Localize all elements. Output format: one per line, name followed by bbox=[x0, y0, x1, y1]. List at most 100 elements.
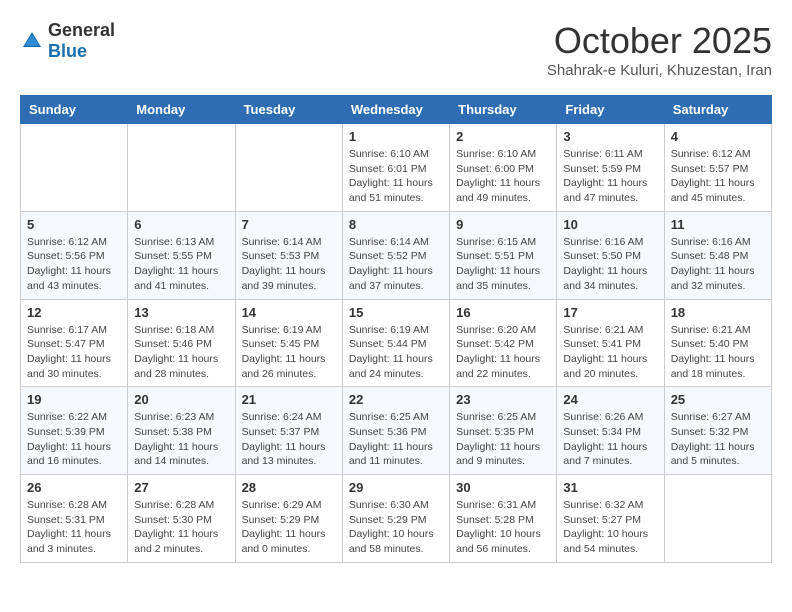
calendar-cell: 10Sunrise: 6:16 AMSunset: 5:50 PMDayligh… bbox=[557, 211, 664, 299]
day-info: Sunrise: 6:22 AMSunset: 5:39 PMDaylight:… bbox=[27, 410, 121, 469]
day-number: 17 bbox=[563, 305, 657, 320]
calendar-cell: 26 Sunrise: 6:28 AMSunset: 5:31 PMDayligh… bbox=[21, 475, 128, 563]
calendar-cell: 31Sunrise: 6:32 AMSunset: 5:27 PMDayligh… bbox=[557, 475, 664, 563]
day-info: Sunrise: 6:27 AMSunset: 5:32 PMDaylight:… bbox=[671, 410, 765, 469]
calendar-cell: 28 Sunrise: 6:29 AMSunset: 5:29 PMDayligh… bbox=[235, 475, 342, 563]
calendar-cell: 25 Sunrise: 6:27 AMSunset: 5:32 PMDayligh… bbox=[664, 387, 771, 475]
subtitle: Shahrak-e Kuluri, Khuzestan, Iran bbox=[547, 62, 772, 79]
calendar-cell: 15 Sunrise: 6:19 AMSunset: 5:44 PMDayligh… bbox=[342, 299, 449, 387]
calendar-cell: 14 Sunrise: 6:19 AMSunset: 5:45 PMDayligh… bbox=[235, 299, 342, 387]
calendar-cell: 16 Sunrise: 6:20 AMSunset: 5:42 PMDayligh… bbox=[450, 299, 557, 387]
day-info: Sunrise: 6:13 AMSunset: 5:55 PMDaylight:… bbox=[134, 235, 228, 294]
calendar-cell: 3 Sunrise: 6:11 AMSunset: 5:59 PMDaylight… bbox=[557, 124, 664, 212]
logo: General Blue bbox=[20, 20, 115, 62]
calendar-body: 1 Sunrise: 6:10 AMSunset: 6:01 PMDaylight… bbox=[21, 124, 772, 563]
day-info: Sunrise: 6:19 AMSunset: 5:45 PMDaylight:… bbox=[242, 323, 336, 382]
calendar-week-row: 19 Sunrise: 6:22 AMSunset: 5:39 PMDayligh… bbox=[21, 387, 772, 475]
calendar-cell: 19 Sunrise: 6:22 AMSunset: 5:39 PMDayligh… bbox=[21, 387, 128, 475]
day-info: Sunrise: 6:26 AMSunset: 5:34 PMDaylight:… bbox=[563, 410, 657, 469]
calendar-cell bbox=[128, 124, 235, 212]
day-info: Sunrise: 6:30 AMSunset: 5:29 PMDaylight:… bbox=[349, 498, 443, 557]
calendar-cell: 9 Sunrise: 6:15 AMSunset: 5:51 PMDaylight… bbox=[450, 211, 557, 299]
day-info: Sunrise: 6:21 AMSunset: 5:41 PMDaylight:… bbox=[563, 323, 657, 382]
calendar-cell: 21 Sunrise: 6:24 AMSunset: 5:37 PMDayligh… bbox=[235, 387, 342, 475]
day-number: 30 bbox=[456, 480, 550, 495]
day-number: 29 bbox=[349, 480, 443, 495]
day-number: 3 bbox=[563, 129, 657, 144]
logo-icon bbox=[20, 29, 44, 53]
page-header: General Blue October 2025 Shahrak-e Kulu… bbox=[20, 20, 772, 79]
day-info: Sunrise: 6:14 AMSunset: 5:53 PMDaylight:… bbox=[242, 235, 336, 294]
day-info: Sunrise: 6:18 AMSunset: 5:46 PMDaylight:… bbox=[134, 323, 228, 382]
calendar-cell: 23Sunrise: 6:25 AMSunset: 5:35 PMDayligh… bbox=[450, 387, 557, 475]
day-number: 6 bbox=[134, 217, 228, 232]
calendar-cell: 20Sunrise: 6:23 AMSunset: 5:38 PMDayligh… bbox=[128, 387, 235, 475]
logo-text-blue: Blue bbox=[48, 41, 87, 61]
day-number: 25 bbox=[671, 392, 765, 407]
day-info: Sunrise: 6:21 AMSunset: 5:40 PMDaylight:… bbox=[671, 323, 765, 382]
calendar-cell: 27 Sunrise: 6:28 AMSunset: 5:30 PMDayligh… bbox=[128, 475, 235, 563]
day-info: Sunrise: 6:28 AMSunset: 5:30 PMDaylight:… bbox=[134, 498, 228, 557]
day-info: Sunrise: 6:29 AMSunset: 5:29 PMDaylight:… bbox=[242, 498, 336, 557]
calendar-cell bbox=[21, 124, 128, 212]
calendar-cell: 29 Sunrise: 6:30 AMSunset: 5:29 PMDayligh… bbox=[342, 475, 449, 563]
calendar-cell: 6 Sunrise: 6:13 AMSunset: 5:55 PMDaylight… bbox=[128, 211, 235, 299]
calendar-week-row: 1 Sunrise: 6:10 AMSunset: 6:01 PMDaylight… bbox=[21, 124, 772, 212]
day-number: 27 bbox=[134, 480, 228, 495]
day-info: Sunrise: 6:12 AMSunset: 5:57 PMDaylight:… bbox=[671, 147, 765, 206]
day-info: Sunrise: 6:25 AMSunset: 5:36 PMDaylight:… bbox=[349, 410, 443, 469]
day-of-week-header: Thursday bbox=[450, 96, 557, 124]
day-number: 28 bbox=[242, 480, 336, 495]
day-info: Sunrise: 6:10 AMSunset: 6:01 PMDaylight:… bbox=[349, 147, 443, 206]
calendar-cell: 2 Sunrise: 6:10 AMSunset: 6:00 PMDaylight… bbox=[450, 124, 557, 212]
day-number: 11 bbox=[671, 217, 765, 232]
day-number: 4 bbox=[671, 129, 765, 144]
calendar-cell: 7 Sunrise: 6:14 AMSunset: 5:53 PMDaylight… bbox=[235, 211, 342, 299]
day-of-week-header: Saturday bbox=[664, 96, 771, 124]
calendar-cell bbox=[235, 124, 342, 212]
calendar-cell: 12Sunrise: 6:17 AMSunset: 5:47 PMDayligh… bbox=[21, 299, 128, 387]
day-number: 16 bbox=[456, 305, 550, 320]
day-number: 8 bbox=[349, 217, 443, 232]
header-row: SundayMondayTuesdayWednesdayThursdayFrid… bbox=[21, 96, 772, 124]
calendar-cell: 18 Sunrise: 6:21 AMSunset: 5:40 PMDayligh… bbox=[664, 299, 771, 387]
day-number: 14 bbox=[242, 305, 336, 320]
day-of-week-header: Friday bbox=[557, 96, 664, 124]
calendar-cell: 11 Sunrise: 6:16 AMSunset: 5:48 PMDayligh… bbox=[664, 211, 771, 299]
calendar-cell: 5Sunrise: 6:12 AMSunset: 5:56 PMDaylight… bbox=[21, 211, 128, 299]
day-number: 1 bbox=[349, 129, 443, 144]
day-of-week-header: Tuesday bbox=[235, 96, 342, 124]
day-number: 7 bbox=[242, 217, 336, 232]
calendar-cell: 24 Sunrise: 6:26 AMSunset: 5:34 PMDayligh… bbox=[557, 387, 664, 475]
calendar-cell: 1 Sunrise: 6:10 AMSunset: 6:01 PMDaylight… bbox=[342, 124, 449, 212]
day-number: 24 bbox=[563, 392, 657, 407]
day-info: Sunrise: 6:15 AMSunset: 5:51 PMDaylight:… bbox=[456, 235, 550, 294]
month-title: October 2025 bbox=[547, 20, 772, 62]
day-info: Sunrise: 6:24 AMSunset: 5:37 PMDaylight:… bbox=[242, 410, 336, 469]
day-of-week-header: Sunday bbox=[21, 96, 128, 124]
day-info: Sunrise: 6:19 AMSunset: 5:44 PMDaylight:… bbox=[349, 323, 443, 382]
day-number: 31 bbox=[563, 480, 657, 495]
day-number: 2 bbox=[456, 129, 550, 144]
logo-text-general: General bbox=[48, 20, 115, 40]
calendar-cell: 8Sunrise: 6:14 AMSunset: 5:52 PMDaylight… bbox=[342, 211, 449, 299]
day-of-week-header: Monday bbox=[128, 96, 235, 124]
day-number: 15 bbox=[349, 305, 443, 320]
calendar-cell: 17 Sunrise: 6:21 AMSunset: 5:41 PMDayligh… bbox=[557, 299, 664, 387]
day-number: 23 bbox=[456, 392, 550, 407]
title-block: October 2025 Shahrak-e Kuluri, Khuzestan… bbox=[547, 20, 772, 79]
day-info: Sunrise: 6:16 AMSunset: 5:48 PMDaylight:… bbox=[671, 235, 765, 294]
day-info: Sunrise: 6:28 AMSunset: 5:31 PMDaylight:… bbox=[27, 498, 121, 557]
calendar-week-row: 12Sunrise: 6:17 AMSunset: 5:47 PMDayligh… bbox=[21, 299, 772, 387]
calendar-cell: 4 Sunrise: 6:12 AMSunset: 5:57 PMDaylight… bbox=[664, 124, 771, 212]
day-number: 26 bbox=[27, 480, 121, 495]
day-info: Sunrise: 6:11 AMSunset: 5:59 PMDaylight:… bbox=[563, 147, 657, 206]
day-info: Sunrise: 6:20 AMSunset: 5:42 PMDaylight:… bbox=[456, 323, 550, 382]
calendar-header: SundayMondayTuesdayWednesdayThursdayFrid… bbox=[21, 96, 772, 124]
day-number: 9 bbox=[456, 217, 550, 232]
day-number: 21 bbox=[242, 392, 336, 407]
day-number: 19 bbox=[27, 392, 121, 407]
day-number: 18 bbox=[671, 305, 765, 320]
day-info: Sunrise: 6:10 AMSunset: 6:00 PMDaylight:… bbox=[456, 147, 550, 206]
day-of-week-header: Wednesday bbox=[342, 96, 449, 124]
